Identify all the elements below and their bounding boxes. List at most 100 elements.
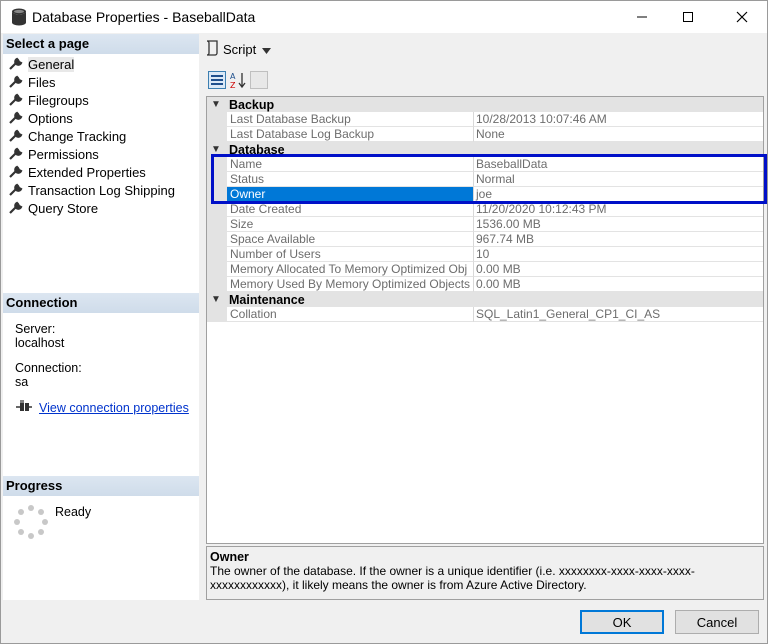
minimize-button[interactable] bbox=[619, 1, 665, 33]
property-description: Owner The owner of the database. If the … bbox=[206, 546, 764, 600]
category-maintenance[interactable]: ▼ Maintenance bbox=[207, 292, 763, 307]
database-properties-window: Database Properties - BaseballData Selec… bbox=[0, 0, 768, 644]
property-name: Size bbox=[227, 217, 474, 232]
property-row-owner[interactable]: Owner joe bbox=[207, 187, 763, 202]
maximize-button[interactable] bbox=[665, 1, 711, 33]
categorized-view-icon[interactable] bbox=[208, 71, 226, 89]
page-item-label: Files bbox=[28, 74, 56, 90]
page-item-label: Transaction Log Shipping bbox=[28, 182, 175, 198]
script-label: Script bbox=[223, 41, 257, 57]
wrench-icon bbox=[8, 147, 24, 161]
progress-spinner-icon bbox=[13, 504, 49, 540]
page-item-label: Change Tracking bbox=[28, 128, 127, 144]
page-item-label: Permissions bbox=[28, 146, 99, 162]
chevron-down-icon[interactable] bbox=[262, 42, 272, 57]
connection-label: Connection: bbox=[15, 361, 82, 375]
server-value: localhost bbox=[15, 336, 65, 350]
progress-header: Progress bbox=[3, 476, 199, 496]
window-title: Database Properties - BaseballData bbox=[32, 9, 256, 25]
category-database[interactable]: ▼ Database bbox=[207, 142, 763, 157]
property-value: 1536.00 MB bbox=[474, 217, 763, 232]
left-pane: Select a page General Files Filegroups O… bbox=[3, 34, 199, 600]
property-row[interactable]: Last Database Backup 10/28/2013 10:07:46… bbox=[207, 112, 763, 127]
close-button[interactable] bbox=[719, 1, 765, 33]
category-backup[interactable]: ▼ Backup bbox=[207, 97, 763, 112]
page-item-query-store[interactable]: Query Store bbox=[3, 199, 199, 217]
page-item-label: Query Store bbox=[28, 200, 99, 216]
title-bar[interactable]: Database Properties - BaseballData bbox=[1, 1, 767, 33]
page-list: General Files Filegroups Options Change … bbox=[3, 55, 199, 217]
server-label: Server: bbox=[15, 322, 56, 336]
page-item-transaction-log-shipping[interactable]: Transaction Log Shipping bbox=[3, 181, 199, 199]
database-icon bbox=[11, 8, 27, 26]
property-value: SQL_Latin1_General_CP1_CI_AS bbox=[474, 307, 763, 322]
property-value: 10/28/2013 10:07:46 AM bbox=[474, 112, 763, 127]
alphabetical-sort-icon[interactable]: AZ bbox=[229, 71, 247, 90]
property-name: Owner bbox=[227, 187, 474, 202]
property-row[interactable]: Space Available 967.74 MB bbox=[207, 232, 763, 247]
property-row[interactable]: Size 1536.00 MB bbox=[207, 217, 763, 232]
svg-text:A: A bbox=[230, 72, 236, 81]
close-icon bbox=[736, 11, 748, 23]
script-icon bbox=[205, 39, 219, 59]
property-name: Last Database Log Backup bbox=[227, 127, 474, 142]
wrench-icon bbox=[8, 201, 24, 215]
minimize-icon bbox=[637, 16, 647, 18]
property-name: Date Created bbox=[227, 202, 474, 217]
cancel-button[interactable]: Cancel bbox=[675, 610, 759, 634]
plug-icon bbox=[15, 399, 33, 416]
page-item-label: Extended Properties bbox=[28, 164, 146, 180]
category-label: Backup bbox=[229, 97, 275, 112]
property-row[interactable]: Last Database Log Backup None bbox=[207, 127, 763, 142]
property-value: Normal bbox=[474, 172, 763, 187]
wrench-icon bbox=[8, 93, 24, 107]
property-name: Space Available bbox=[227, 232, 474, 247]
page-item-files[interactable]: Files bbox=[3, 73, 199, 91]
property-row[interactable]: Number of Users 10 bbox=[207, 247, 763, 262]
server-info: Server: localhost bbox=[15, 322, 64, 350]
property-row[interactable]: Memory Used By Memory Optimized Objects … bbox=[207, 277, 763, 292]
property-value: 10 bbox=[474, 247, 763, 262]
property-grid[interactable]: ▼ Backup Last Database Backup 10/28/2013… bbox=[206, 96, 764, 544]
view-connection-properties[interactable]: View connection properties bbox=[15, 399, 189, 416]
wrench-icon bbox=[8, 183, 24, 197]
property-name: Last Database Backup bbox=[227, 112, 474, 127]
description-text: The owner of the database. If the owner … bbox=[210, 564, 695, 592]
connection-header: Connection bbox=[3, 293, 199, 313]
property-name: Number of Users bbox=[227, 247, 474, 262]
property-row[interactable]: Collation SQL_Latin1_General_CP1_CI_AS bbox=[207, 307, 763, 322]
wrench-icon bbox=[8, 129, 24, 143]
view-connection-properties-link[interactable]: View connection properties bbox=[39, 401, 189, 415]
property-name: Name bbox=[227, 157, 474, 172]
property-row[interactable]: Date Created 11/20/2020 10:12:43 PM bbox=[207, 202, 763, 217]
chevron-down-icon[interactable]: ▼ bbox=[208, 294, 224, 305]
script-button[interactable]: Script bbox=[205, 39, 272, 59]
ok-button[interactable]: OK bbox=[580, 610, 664, 634]
wrench-icon bbox=[8, 111, 24, 125]
property-row[interactable]: Name BaseballData bbox=[207, 157, 763, 172]
wrench-icon bbox=[8, 165, 24, 179]
page-item-general[interactable]: General bbox=[3, 55, 199, 73]
property-value: BaseballData bbox=[474, 157, 763, 172]
select-page-header: Select a page bbox=[3, 34, 199, 54]
grid-toolbar: AZ bbox=[208, 71, 268, 90]
page-item-label: General bbox=[28, 56, 75, 72]
property-pages-icon[interactable] bbox=[250, 71, 268, 89]
maximize-icon bbox=[683, 12, 693, 22]
property-value: 0.00 MB bbox=[474, 277, 763, 292]
connection-value: sa bbox=[15, 375, 29, 389]
page-item-filegroups[interactable]: Filegroups bbox=[3, 91, 199, 109]
svg-text:Z: Z bbox=[230, 81, 236, 89]
wrench-icon bbox=[8, 75, 24, 89]
page-item-options[interactable]: Options bbox=[3, 109, 199, 127]
chevron-down-icon[interactable]: ▼ bbox=[208, 99, 224, 110]
wrench-icon bbox=[8, 57, 24, 71]
property-value: 967.74 MB bbox=[474, 232, 763, 247]
page-item-extended-properties[interactable]: Extended Properties bbox=[3, 163, 199, 181]
property-row[interactable]: Status Normal bbox=[207, 172, 763, 187]
page-item-permissions[interactable]: Permissions bbox=[3, 145, 199, 163]
property-row[interactable]: Memory Allocated To Memory Optimized Obj… bbox=[207, 262, 763, 277]
page-item-label: Filegroups bbox=[28, 92, 89, 108]
page-item-change-tracking[interactable]: Change Tracking bbox=[3, 127, 199, 145]
chevron-down-icon[interactable]: ▼ bbox=[208, 144, 224, 155]
